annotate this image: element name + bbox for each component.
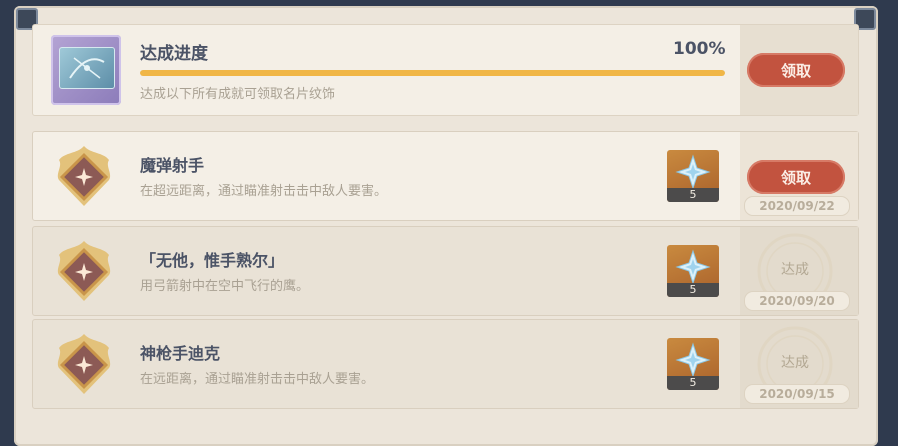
achievement-badge-icon (57, 334, 111, 394)
achievement-date: 2020/09/15 (744, 384, 850, 404)
achievement-row: 「无他，惟手熟尔」 用弓箭射中在空中飞行的鹰。 5 达成 2020/09/20 (32, 226, 859, 316)
achievement-badge-icon (57, 146, 111, 206)
namecard-icon (51, 35, 121, 105)
achievement-row: 神枪手迪克 在远距离，通过瞄准射击击中敌人要害。 5 达成 2020/09/15 (32, 319, 859, 409)
achievement-badge-icon (57, 241, 111, 301)
achievement-description: 在远距离，通过瞄准射击击中敌人要害。 (140, 372, 375, 387)
achievement-title: 神枪手迪克 (140, 344, 221, 363)
achievement-title: 「无他，惟手熟尔」 (140, 251, 285, 270)
reward-count: 5 (667, 376, 719, 390)
primogem-icon (675, 249, 711, 285)
progress-title: 达成进度 (140, 44, 208, 64)
achievement-description: 在超远距离，通过瞄准射击击中敌人要害。 (140, 184, 388, 199)
achievement-row: 魔弹射手 在超远距离，通过瞄准射击击中敌人要害。 5 领取 2020/09/22 (32, 131, 859, 221)
achievement-date: 2020/09/20 (744, 291, 850, 311)
progress-bar-fill (140, 70, 725, 76)
primogem-icon (675, 342, 711, 378)
achievement-description: 用弓箭射中在空中飞行的鹰。 (140, 279, 310, 294)
achievement-date: 2020/09/22 (744, 196, 850, 216)
reward-count: 5 (667, 283, 719, 297)
reward-item: 5 (667, 150, 719, 202)
progress-percent: 100% (673, 39, 726, 59)
claim-namecard-button[interactable]: 领取 (747, 53, 845, 87)
primogem-icon (675, 154, 711, 190)
completed-label: 达成 (781, 262, 809, 278)
progress-card: 达成进度 100% 达成以下所有成就可领取名片纹饰 领取 (32, 24, 859, 116)
reward-count: 5 (667, 188, 719, 202)
claim-reward-button[interactable]: 领取 (747, 160, 845, 194)
reward-item: 5 (667, 245, 719, 297)
progress-description: 达成以下所有成就可领取名片纹饰 (140, 87, 336, 102)
achievement-title: 魔弹射手 (140, 156, 205, 175)
reward-item: 5 (667, 338, 719, 390)
progress-bar (140, 70, 725, 76)
completed-label: 达成 (781, 355, 809, 371)
